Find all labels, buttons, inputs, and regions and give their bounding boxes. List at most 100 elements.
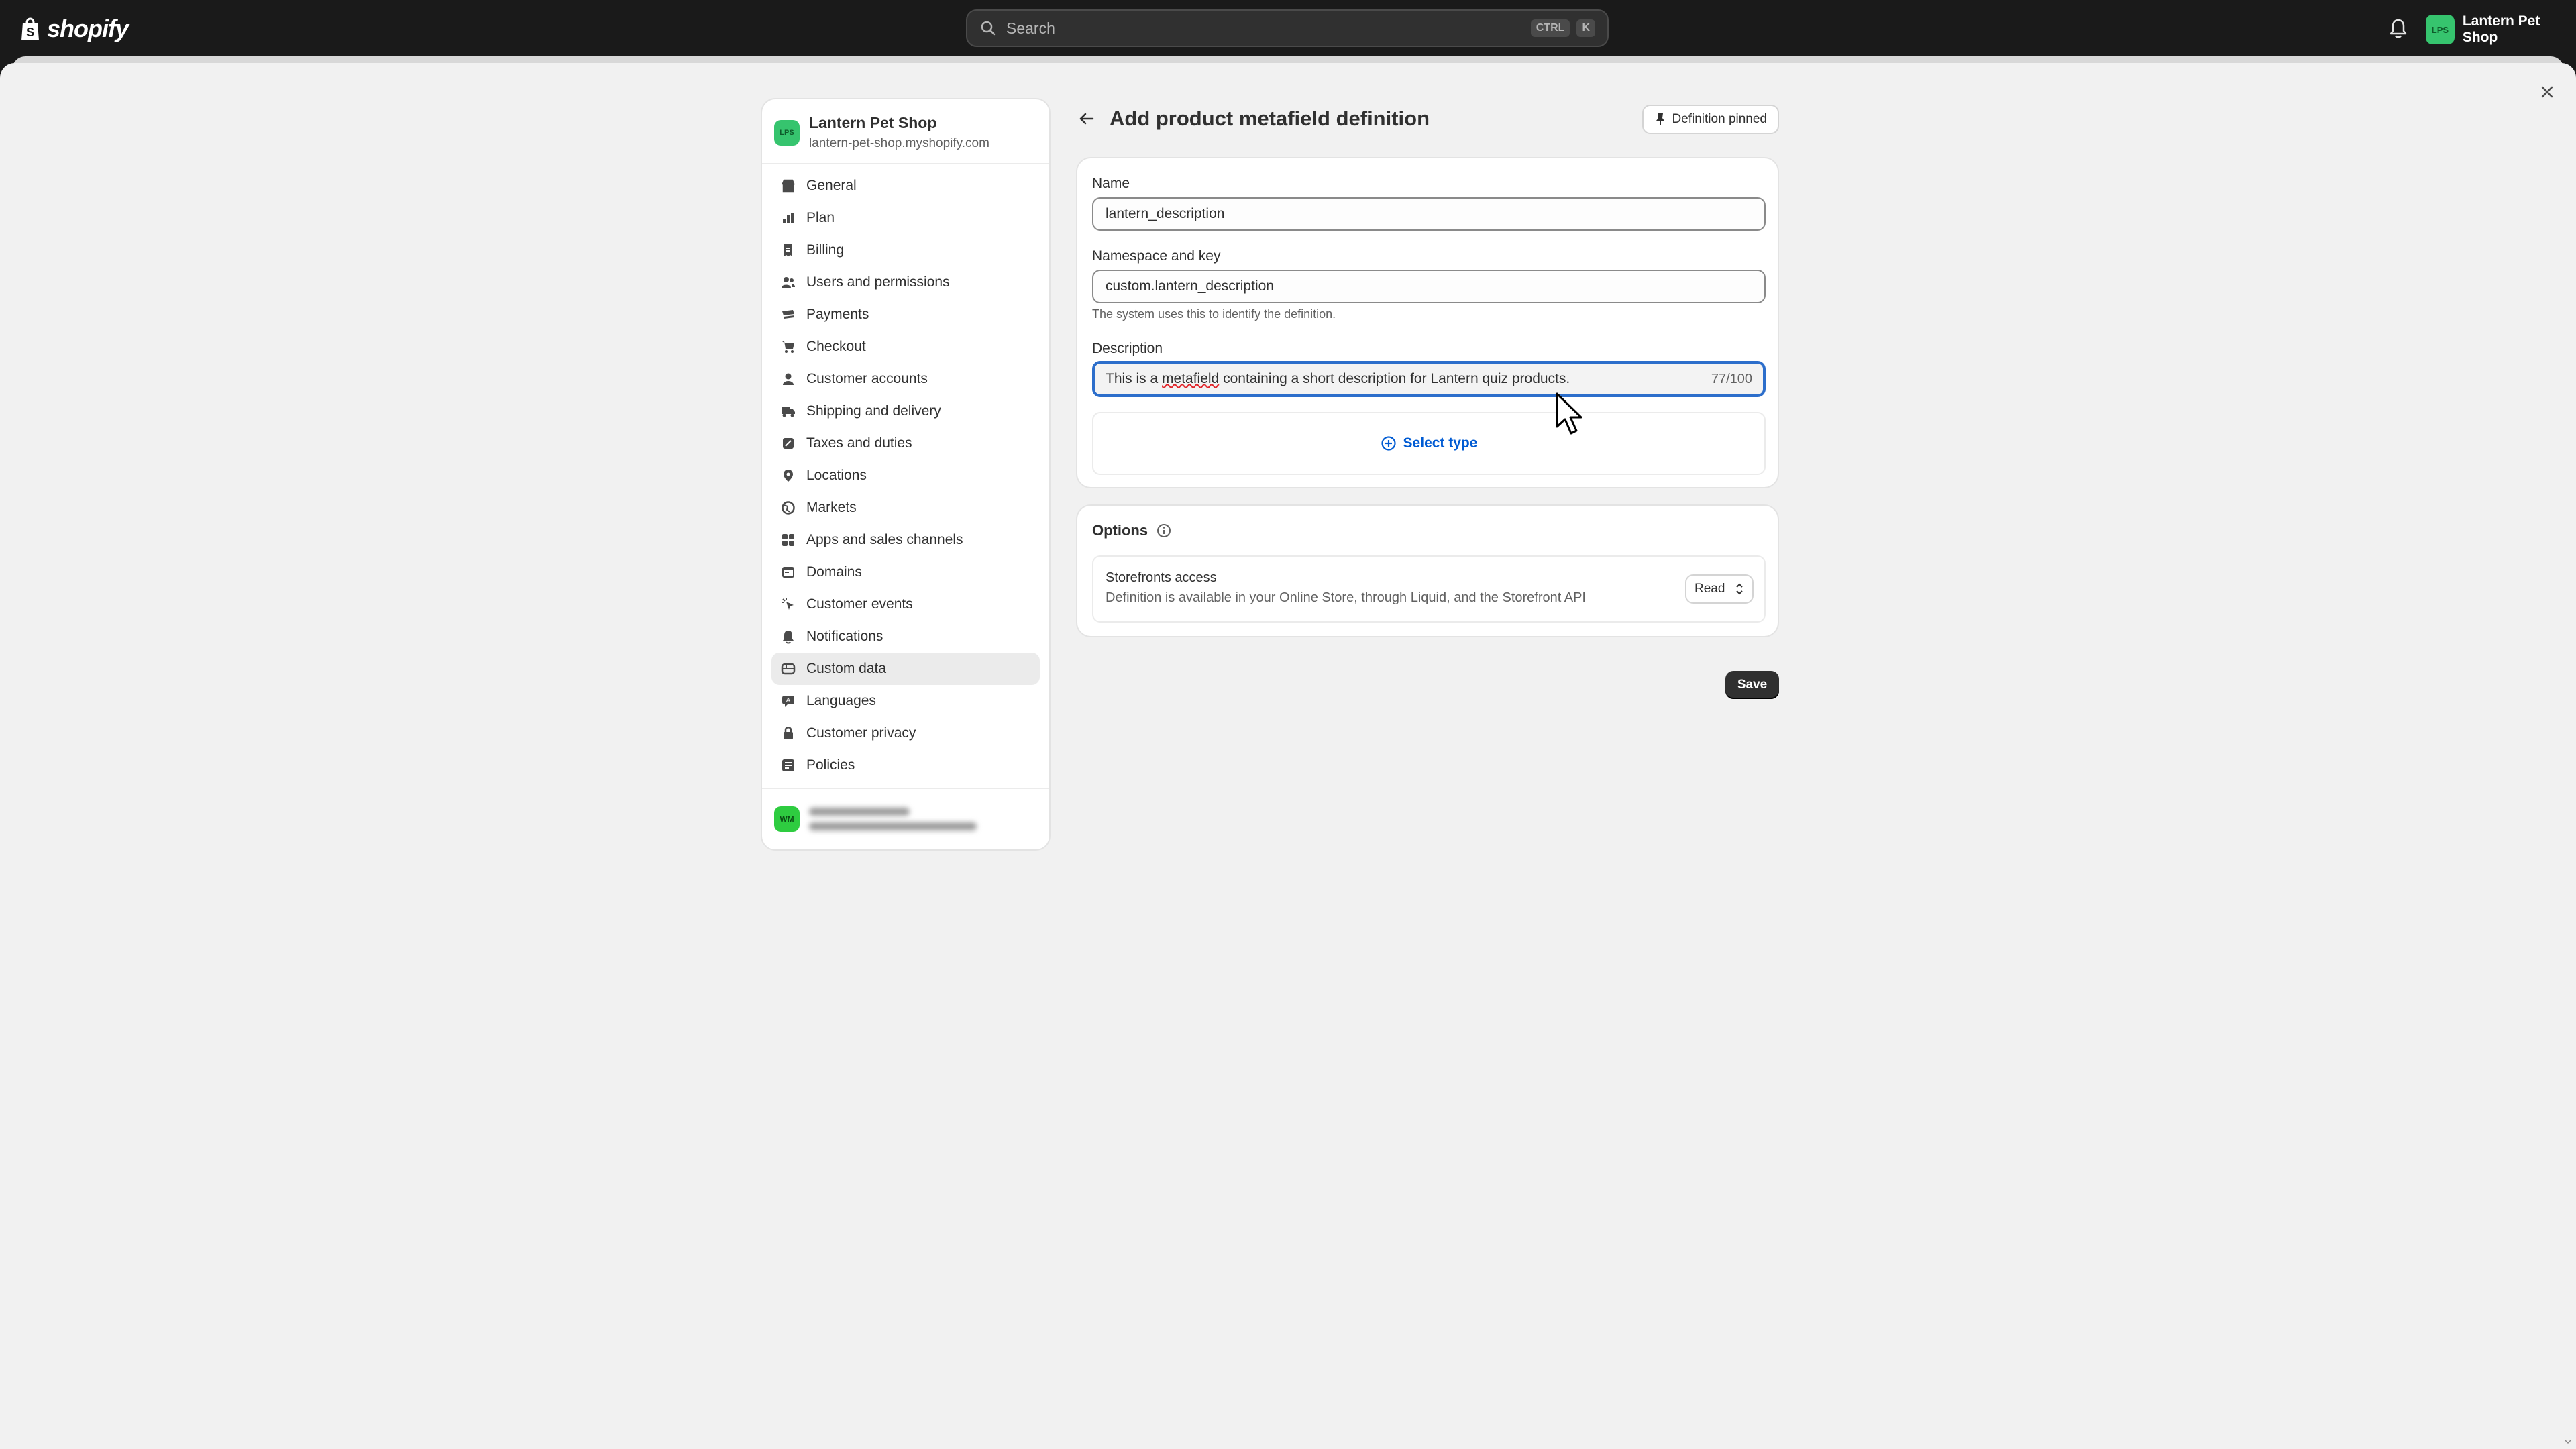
shop-url: lantern-pet-shop.myshopify.com bbox=[809, 136, 989, 150]
top-bar: S shopify Search CTRL K LPS Lantern Pet … bbox=[0, 0, 2576, 58]
store-avatar: LPS bbox=[2426, 15, 2455, 44]
bell-icon bbox=[783, 631, 794, 644]
plus-circle-icon bbox=[1381, 436, 1396, 451]
select-chevrons-icon bbox=[1736, 583, 1743, 595]
sidebar-item-languages[interactable]: A Languages bbox=[771, 685, 1040, 717]
sidebar-item-plan[interactable]: Plan bbox=[771, 202, 1040, 234]
shop-switcher[interactable]: LPS Lantern Pet Shop lantern-pet-shop.my… bbox=[762, 99, 1049, 164]
sidebar-item-label: Checkout bbox=[806, 339, 866, 354]
sidebar-item-users[interactable]: Users and permissions bbox=[771, 266, 1040, 299]
sidebar-item-checkout[interactable]: Checkout bbox=[771, 331, 1040, 363]
sidebar-item-payments[interactable]: Payments bbox=[771, 299, 1040, 331]
policies-icon bbox=[782, 759, 794, 771]
storefronts-access-description: Definition is available in your Online S… bbox=[1106, 590, 1586, 605]
sidebar-item-custom-data[interactable]: Custom data bbox=[771, 653, 1040, 685]
plan-icon bbox=[783, 213, 794, 223]
search-icon bbox=[981, 21, 996, 36]
search-placeholder: Search bbox=[1006, 19, 1055, 37]
shopify-bag-icon: S bbox=[21, 17, 39, 40]
shortcut-key-ctrl: CTRL bbox=[1530, 19, 1570, 37]
store-name: Lantern Pet Shop bbox=[2462, 13, 2540, 45]
sidebar-item-shipping[interactable]: Shipping and delivery bbox=[771, 395, 1040, 427]
apps-icon bbox=[782, 534, 794, 546]
sidebar-item-notifications[interactable]: Notifications bbox=[771, 621, 1040, 653]
description-label: Description bbox=[1092, 341, 1163, 356]
cursor-click-icon bbox=[782, 598, 794, 610]
close-settings-button[interactable] bbox=[2532, 76, 2563, 107]
description-value: This is a metafield containing a short d… bbox=[1106, 371, 1570, 386]
pin-label: Definition pinned bbox=[1672, 112, 1767, 126]
select-type-button[interactable]: Select type bbox=[1092, 412, 1766, 475]
options-header: Options bbox=[1092, 522, 1172, 539]
logo-text: shopify bbox=[47, 15, 129, 42]
sidebar-item-label: Plan bbox=[806, 210, 835, 225]
storefronts-access-row: Storefronts access Definition is availab… bbox=[1092, 555, 1766, 623]
billing-icon bbox=[784, 244, 792, 256]
sidebar-item-customer-accounts[interactable]: Customer accounts bbox=[771, 363, 1040, 395]
definition-pinned-button[interactable]: Definition pinned bbox=[1642, 105, 1779, 134]
shopify-logo[interactable]: S shopify bbox=[20, 15, 129, 43]
cart-icon bbox=[782, 341, 794, 353]
lock-icon bbox=[784, 727, 793, 739]
taxes-icon bbox=[783, 438, 794, 449]
storefronts-access-select[interactable]: Read bbox=[1685, 574, 1754, 604]
name-value: lantern_description bbox=[1106, 206, 1225, 221]
sidebar-item-billing[interactable]: Billing bbox=[771, 234, 1040, 266]
database-icon bbox=[781, 663, 796, 675]
sidebar-item-label: Customer events bbox=[806, 596, 913, 612]
namespace-key-field[interactable]: custom.lantern_description bbox=[1092, 270, 1766, 303]
payments-icon bbox=[782, 310, 794, 319]
name-label: Name bbox=[1092, 176, 1130, 191]
name-field[interactable]: lantern_description bbox=[1092, 197, 1766, 231]
resize-corner-icon bbox=[2565, 1440, 2571, 1444]
sidebar-item-locations[interactable]: Locations bbox=[771, 460, 1040, 492]
sidebar-item-label: Apps and sales channels bbox=[806, 532, 963, 547]
shortcut-key-k: K bbox=[1576, 19, 1595, 37]
sidebar-item-customer-privacy[interactable]: Customer privacy bbox=[771, 717, 1040, 749]
options-title: Options bbox=[1092, 522, 1148, 539]
languages-icon: A bbox=[782, 696, 794, 707]
sidebar-item-taxes[interactable]: Taxes and duties bbox=[771, 427, 1040, 460]
sidebar-item-label: Languages bbox=[806, 693, 876, 708]
sidebar-item-policies[interactable]: Policies bbox=[771, 749, 1040, 782]
person-icon bbox=[783, 373, 794, 385]
sidebar-item-label: Markets bbox=[806, 500, 857, 515]
page-header: Add product metafield definition Definit… bbox=[1076, 103, 1779, 134]
sidebar-item-label: Custom data bbox=[806, 661, 887, 676]
sidebar-item-label: Domains bbox=[806, 564, 862, 580]
options-card: Options Storefronts access Definition is… bbox=[1076, 504, 1779, 637]
location-icon bbox=[784, 470, 793, 482]
description-field[interactable]: This is a metafield containing a short d… bbox=[1092, 361, 1766, 397]
namespace-value: custom.lantern_description bbox=[1106, 278, 1274, 294]
sidebar-item-domains[interactable]: Domains bbox=[771, 556, 1040, 588]
namespace-label: Namespace and key bbox=[1092, 248, 1221, 264]
sidebar-item-label: Taxes and duties bbox=[806, 435, 912, 451]
sidebar-item-label: Policies bbox=[806, 757, 855, 773]
store-menu-button[interactable]: LPS Lantern Pet Shop bbox=[2426, 13, 2576, 46]
sidebar-item-label: Payments bbox=[806, 307, 869, 322]
user-avatar: WM bbox=[774, 806, 800, 832]
back-arrow-icon[interactable] bbox=[1076, 108, 1097, 129]
user-account-footer[interactable]: WM bbox=[762, 788, 1049, 849]
sidebar-item-label: Users and permissions bbox=[806, 274, 950, 290]
sidebar-item-label: Locations bbox=[806, 468, 867, 483]
pin-icon bbox=[1656, 113, 1665, 125]
sidebar-item-apps[interactable]: Apps and sales channels bbox=[771, 524, 1040, 556]
shop-name: Lantern Pet Shop bbox=[809, 114, 937, 131]
search-bar[interactable]: Search CTRL K bbox=[966, 9, 1609, 47]
notifications-bell-icon[interactable] bbox=[2388, 17, 2408, 39]
sidebar-item-markets[interactable]: Markets bbox=[771, 492, 1040, 524]
namespace-help-text: The system uses this to identify the def… bbox=[1092, 307, 1336, 321]
sidebar-item-customer-events[interactable]: Customer events bbox=[771, 588, 1040, 621]
sidebar-item-label: Customer privacy bbox=[806, 725, 916, 741]
definition-card: Name lantern_description Namespace and k… bbox=[1076, 157, 1779, 488]
store-icon bbox=[782, 179, 795, 193]
access-value: Read bbox=[1695, 582, 1725, 596]
shop-avatar: LPS bbox=[774, 119, 800, 146]
svg-text:S: S bbox=[26, 25, 34, 39]
sidebar-item-label: General bbox=[806, 178, 857, 193]
info-icon[interactable] bbox=[1156, 523, 1172, 539]
sidebar-item-general[interactable]: General bbox=[771, 170, 1040, 202]
save-button[interactable]: Save bbox=[1725, 671, 1779, 699]
globe-icon bbox=[782, 501, 795, 515]
